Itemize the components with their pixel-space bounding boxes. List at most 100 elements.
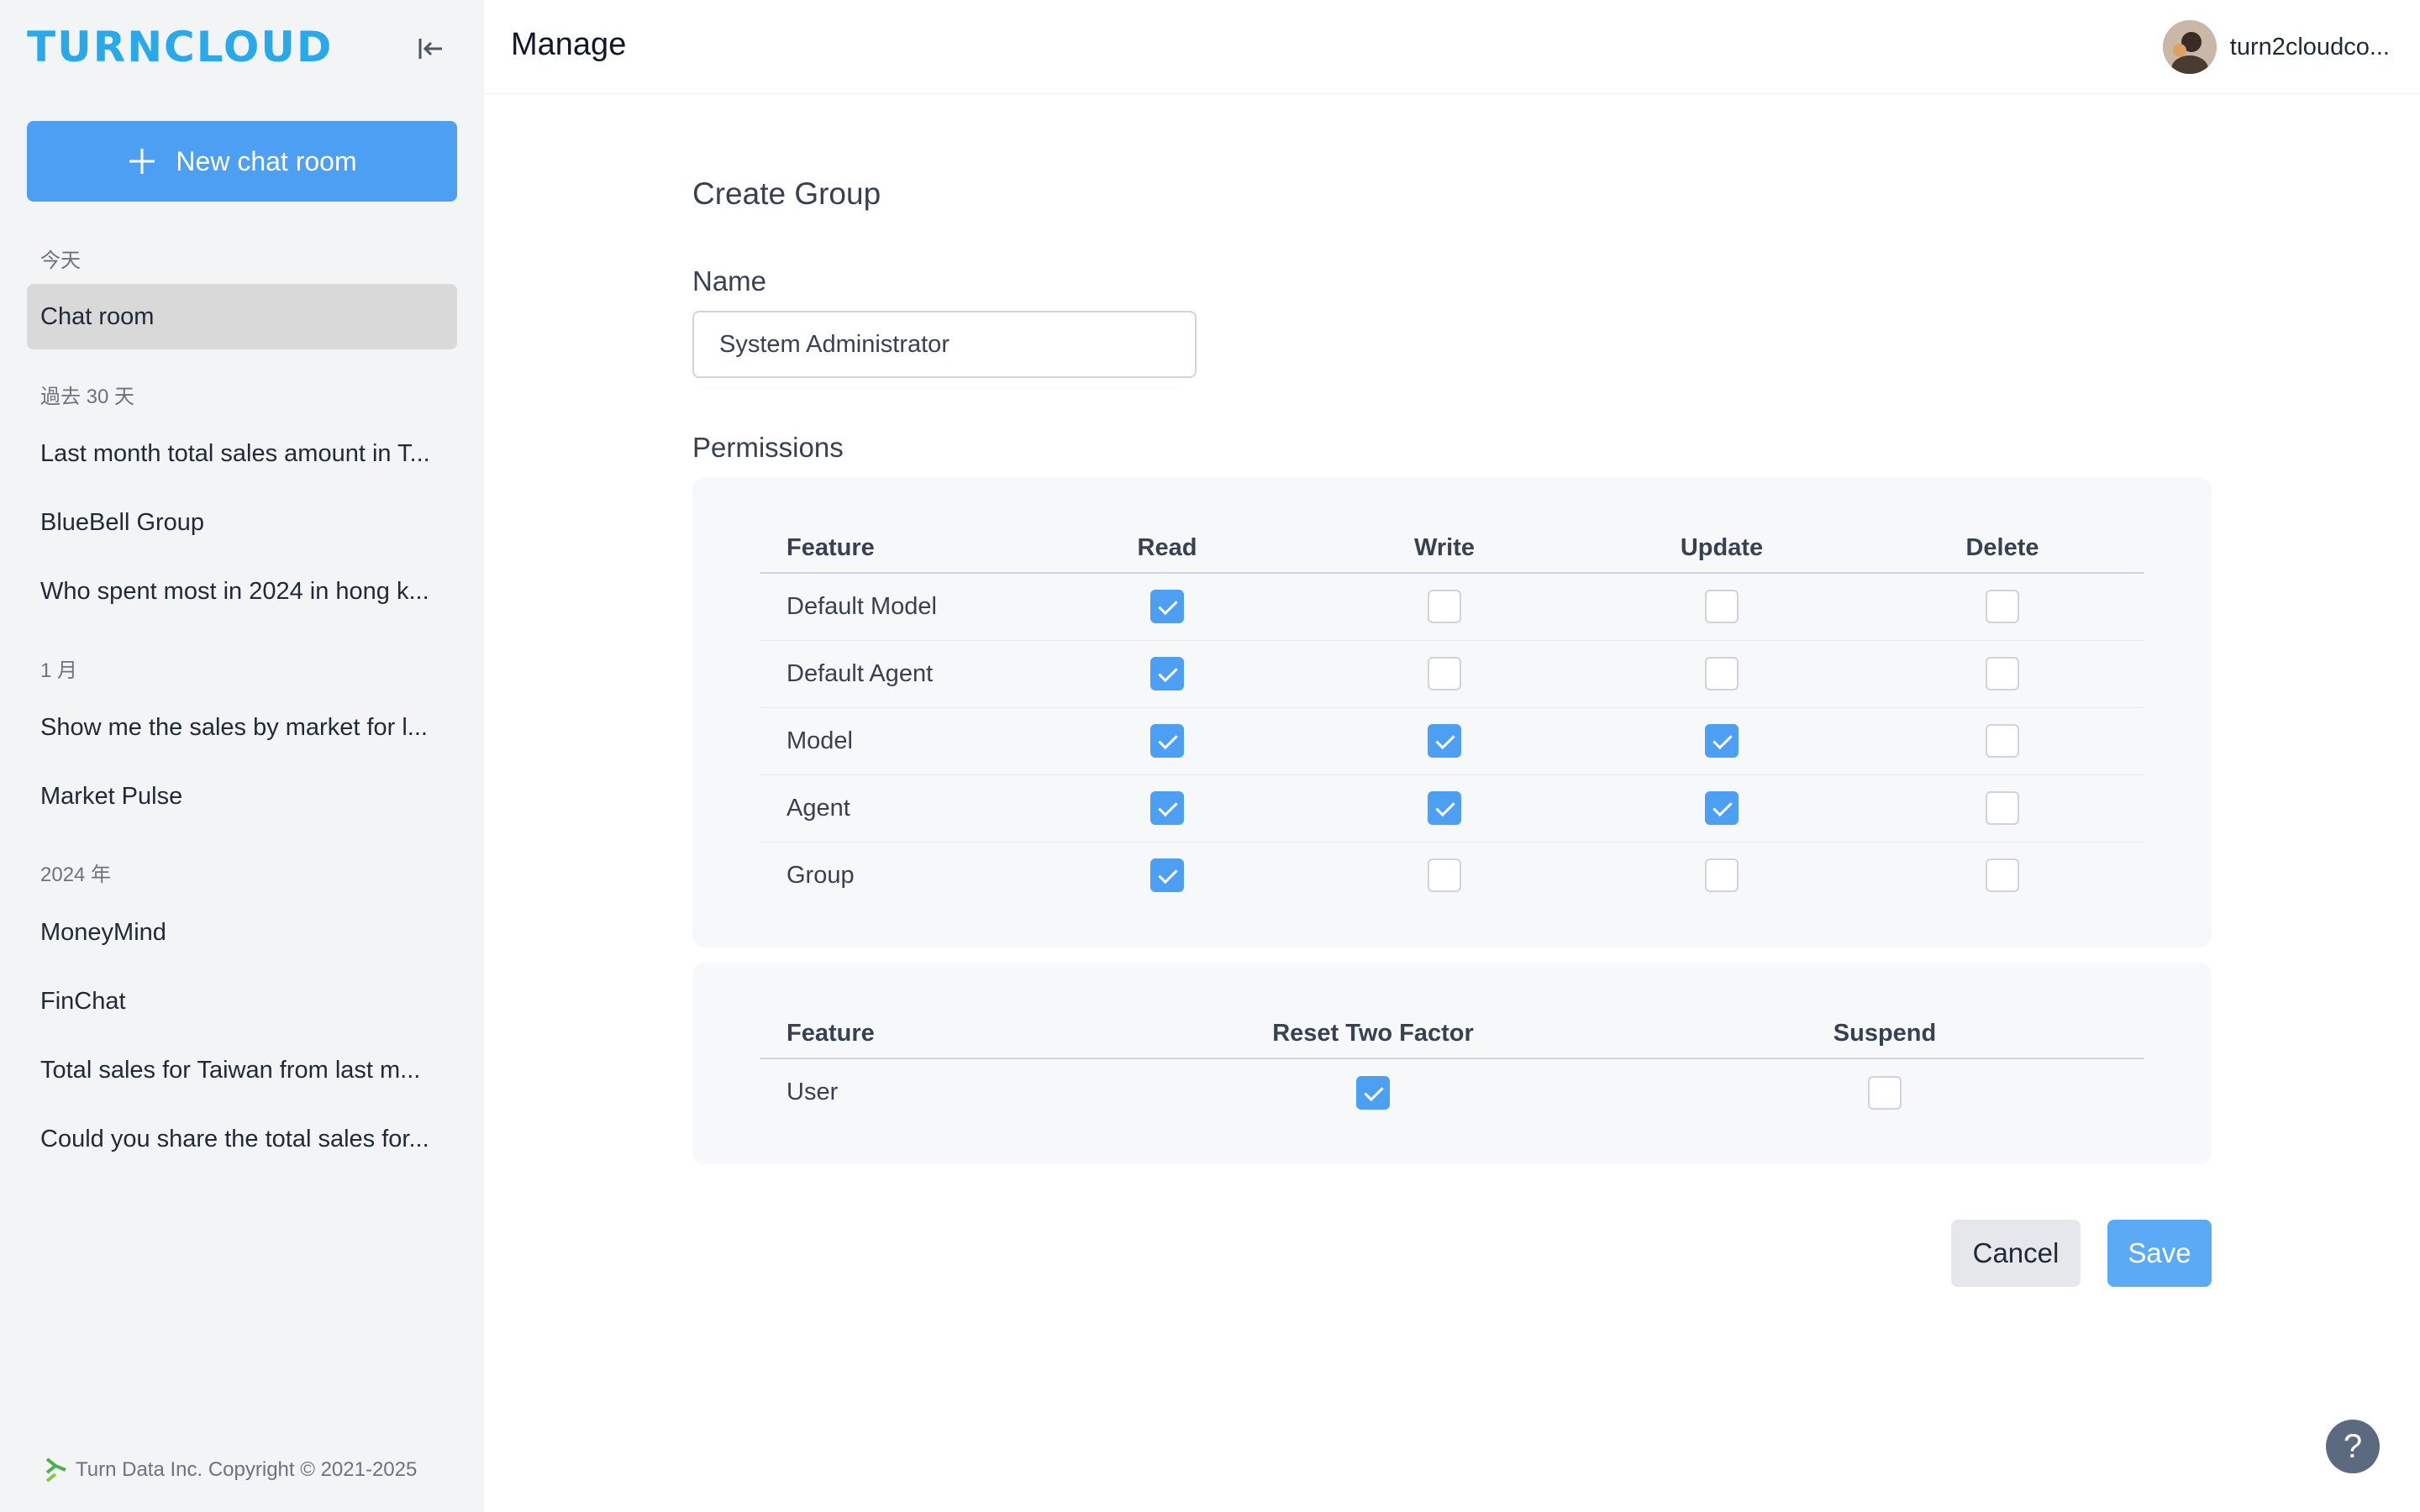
permission-cell — [1306, 774, 1583, 843]
permission-cell — [1306, 707, 1583, 775]
permission-cell — [1306, 842, 1583, 909]
update-checkbox[interactable] — [1705, 858, 1739, 893]
permission-cell — [1860, 842, 2144, 909]
logo: TURNCLOUD — [27, 23, 334, 71]
column-header-reset-two-factor: Reset Two Factor — [1121, 1010, 1625, 1059]
table-row: Default Model — [760, 573, 2144, 641]
permissions-card: Feature Read Write Update Delete Default… — [692, 477, 2212, 948]
delete-checkbox[interactable] — [1986, 791, 2019, 825]
write-checkbox[interactable] — [1428, 724, 1461, 758]
chat-item[interactable]: MoneyMind — [27, 900, 457, 965]
column-header-write: Write — [1306, 524, 1583, 574]
top-header: Manage turn2cloudco... — [484, 0, 2420, 94]
suspend-checkbox[interactable] — [1868, 1075, 1902, 1110]
new-chat-room-button[interactable]: New chat room — [27, 121, 457, 202]
table-row: Model — [760, 707, 2144, 775]
permission-cell — [1860, 774, 2144, 843]
permission-cell — [1028, 774, 1306, 843]
table-row: User — [760, 1058, 2144, 1126]
table-row: Default Agent — [760, 640, 2144, 708]
chat-item[interactable]: Market Pulse — [27, 764, 457, 829]
reset-checkbox[interactable] — [1356, 1075, 1390, 1110]
copyright-text: Turn Data Inc. Copyright © 2021-2025 — [76, 1458, 418, 1481]
app-root: TURNCLOUD New chat room 今天 Chat room 過去 … — [0, 0, 2420, 1512]
permission-cell — [1583, 842, 1860, 909]
chat-item[interactable]: Who spent most in 2024 in hong k... — [27, 559, 457, 624]
permission-cell — [1583, 640, 1860, 708]
chat-item[interactable]: FinChat — [27, 969, 457, 1034]
section-label-2024: 2024 年 — [40, 864, 112, 886]
delete-checkbox[interactable] — [1986, 657, 2019, 690]
feature-name: Model — [760, 707, 1028, 775]
permission-cell — [1028, 573, 1306, 641]
footer: Turn Data Inc. Copyright © 2021-2025 — [44, 1453, 417, 1487]
update-checkbox[interactable] — [1705, 657, 1739, 690]
permission-cell — [1583, 707, 1860, 775]
chat-item[interactable]: Total sales for Taiwan from last m... — [27, 1037, 457, 1103]
delete-checkbox[interactable] — [1986, 590, 2019, 624]
read-checkbox[interactable] — [1150, 657, 1184, 690]
permission-cell — [1121, 1058, 1625, 1126]
update-checkbox[interactable] — [1705, 791, 1739, 825]
table-row: Agent — [760, 774, 2144, 843]
read-checkbox[interactable] — [1150, 858, 1184, 893]
name-label: Name — [692, 265, 767, 297]
feature-name: Group — [786, 861, 855, 889]
update-checkbox[interactable] — [1705, 724, 1739, 758]
column-header-feature: Feature — [760, 524, 1028, 574]
page-title: Manage — [511, 27, 627, 62]
read-checkbox[interactable] — [1150, 791, 1184, 825]
permission-cell — [1028, 640, 1306, 708]
permission-cell — [1583, 774, 1860, 843]
delete-checkbox[interactable] — [1986, 858, 2019, 893]
permission-cell — [1583, 573, 1860, 641]
chat-item[interactable]: Last month total sales amount in T... — [27, 421, 457, 486]
cancel-button[interactable]: Cancel — [1951, 1220, 2081, 1287]
help-button[interactable]: ? — [2326, 1420, 2380, 1473]
chat-item[interactable]: Show me the sales by market for l... — [27, 695, 457, 760]
write-checkbox[interactable] — [1428, 657, 1461, 690]
read-checkbox[interactable] — [1150, 724, 1184, 758]
write-checkbox[interactable] — [1428, 590, 1461, 624]
group-name-input[interactable] — [692, 311, 1197, 378]
chat-item-active[interactable]: Chat room — [27, 284, 457, 349]
column-header-suspend: Suspend — [1625, 1010, 2144, 1059]
permission-cell — [1625, 1058, 2144, 1126]
chat-item[interactable]: BlueBell Group — [27, 490, 457, 555]
read-checkbox[interactable] — [1150, 590, 1184, 624]
collapse-sidebar-button[interactable] — [410, 29, 450, 69]
form-title: Create Group — [692, 176, 881, 211]
write-checkbox[interactable] — [1428, 791, 1461, 825]
user-permissions-table: Feature Reset Two Factor Suspend User — [760, 1010, 2144, 1126]
column-header-update: Update — [1583, 524, 1860, 574]
permission-cell — [1306, 573, 1583, 641]
permission-cell — [1860, 640, 2144, 708]
write-checkbox[interactable] — [1428, 858, 1461, 893]
feature-name: Default Agent — [760, 640, 1028, 708]
permission-cell — [1306, 640, 1583, 708]
user-name: turn2cloudco... — [2229, 33, 2390, 60]
help-icon: ? — [2343, 1427, 2363, 1465]
section-label-january: 1 月 — [40, 659, 78, 682]
chat-item[interactable]: Could you share the total sales for... — [27, 1106, 457, 1172]
delete-checkbox[interactable] — [1986, 724, 2019, 758]
permission-cell — [1028, 707, 1306, 775]
user-menu[interactable]: turn2cloudco... — [2162, 18, 2390, 76]
feature-name: User — [786, 1079, 839, 1105]
update-checkbox[interactable] — [1705, 590, 1739, 624]
permission-cell — [1028, 842, 1306, 909]
column-header-read: Read — [1028, 524, 1306, 574]
new-chat-room-label: New chat room — [176, 145, 357, 176]
permission-cell — [1860, 707, 2144, 775]
turn-data-logo-icon — [45, 1457, 66, 1483]
save-button[interactable]: Save — [2107, 1220, 2212, 1287]
feature-name: Default Model — [760, 573, 1028, 641]
permission-cell — [1860, 573, 2144, 641]
column-header-feature: Feature — [760, 1010, 1121, 1059]
plus-icon — [129, 149, 155, 174]
avatar — [2162, 20, 2217, 74]
user-permissions-card: Feature Reset Two Factor Suspend User — [692, 963, 2212, 1164]
feature-name: Agent — [760, 774, 1028, 843]
section-label-today: 今天 — [40, 249, 81, 272]
sidebar: TURNCLOUD New chat room 今天 Chat room 過去 … — [0, 0, 484, 1512]
